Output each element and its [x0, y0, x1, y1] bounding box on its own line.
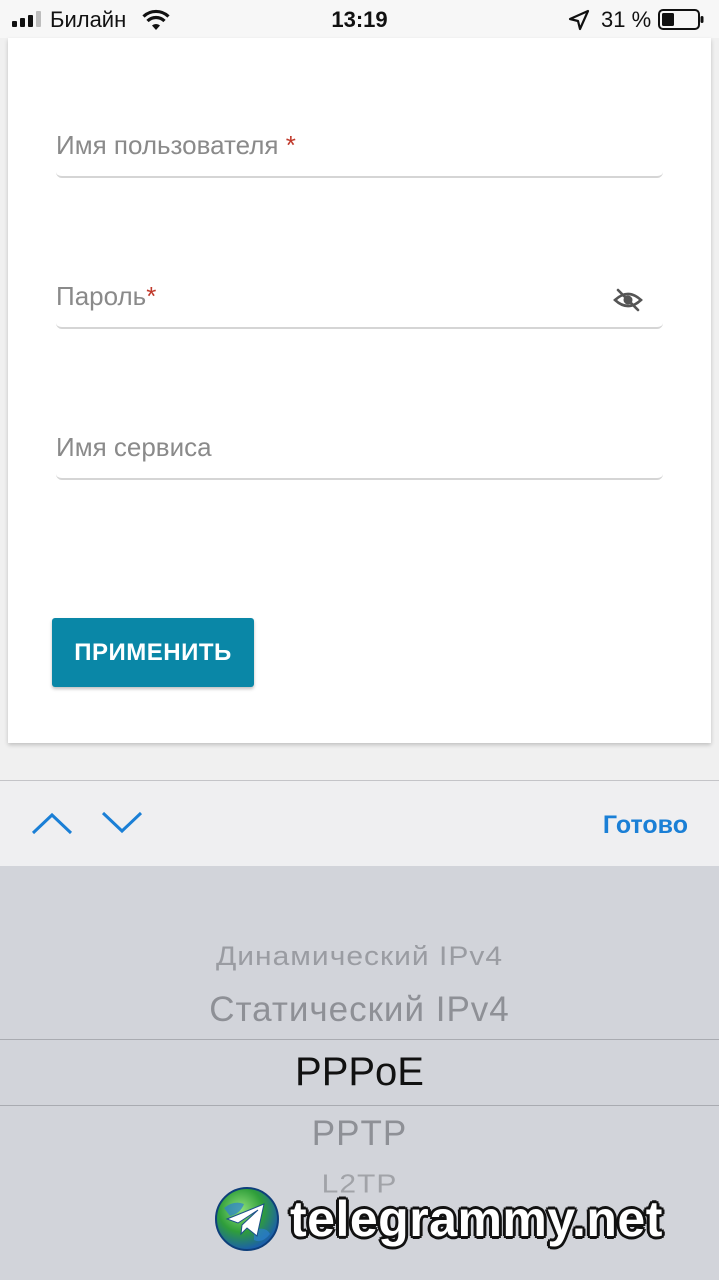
status-bar: Билайн 13:19 31 % [0, 0, 719, 38]
location-icon [568, 9, 590, 31]
apply-button[interactable]: ПРИМЕНИТЬ [52, 618, 254, 687]
battery-icon [658, 9, 704, 30]
picker-option[interactable]: Динамический IPv4 [0, 942, 719, 972]
username-field[interactable]: Имя пользователя * [56, 108, 663, 178]
required-mark: * [146, 281, 157, 311]
required-mark: * [285, 130, 296, 160]
done-button[interactable]: Готово [603, 811, 688, 840]
watermark-text: telegrammy.net [290, 1191, 663, 1247]
telegram-globe-icon [215, 1187, 279, 1251]
picker-option[interactable]: Статический IPv4 [0, 990, 719, 1030]
picker-toolbar: Готово [0, 780, 719, 866]
chevron-down-icon[interactable] [100, 808, 144, 838]
service-name-field[interactable]: Имя сервиса [56, 410, 663, 480]
picker-option[interactable]: PPTP [0, 1114, 719, 1154]
settings-form-card: Имя пользователя * Пароль* Имя сервиса П… [8, 38, 711, 743]
password-label: Пароль* [56, 281, 157, 311]
watermark: telegrammy.net [214, 1186, 663, 1252]
picker-selection-divider [0, 1105, 719, 1106]
password-field[interactable]: Пароль* [56, 259, 663, 329]
username-label: Имя пользователя * [56, 130, 296, 160]
eye-off-icon[interactable] [613, 287, 643, 313]
picker-option-selected[interactable]: PPPoE [0, 1050, 719, 1095]
picker-selection-divider [0, 1039, 719, 1040]
chevron-up-icon[interactable] [30, 808, 74, 838]
battery-percent: 31 % [601, 7, 652, 32]
service-name-label: Имя сервиса [56, 432, 212, 462]
